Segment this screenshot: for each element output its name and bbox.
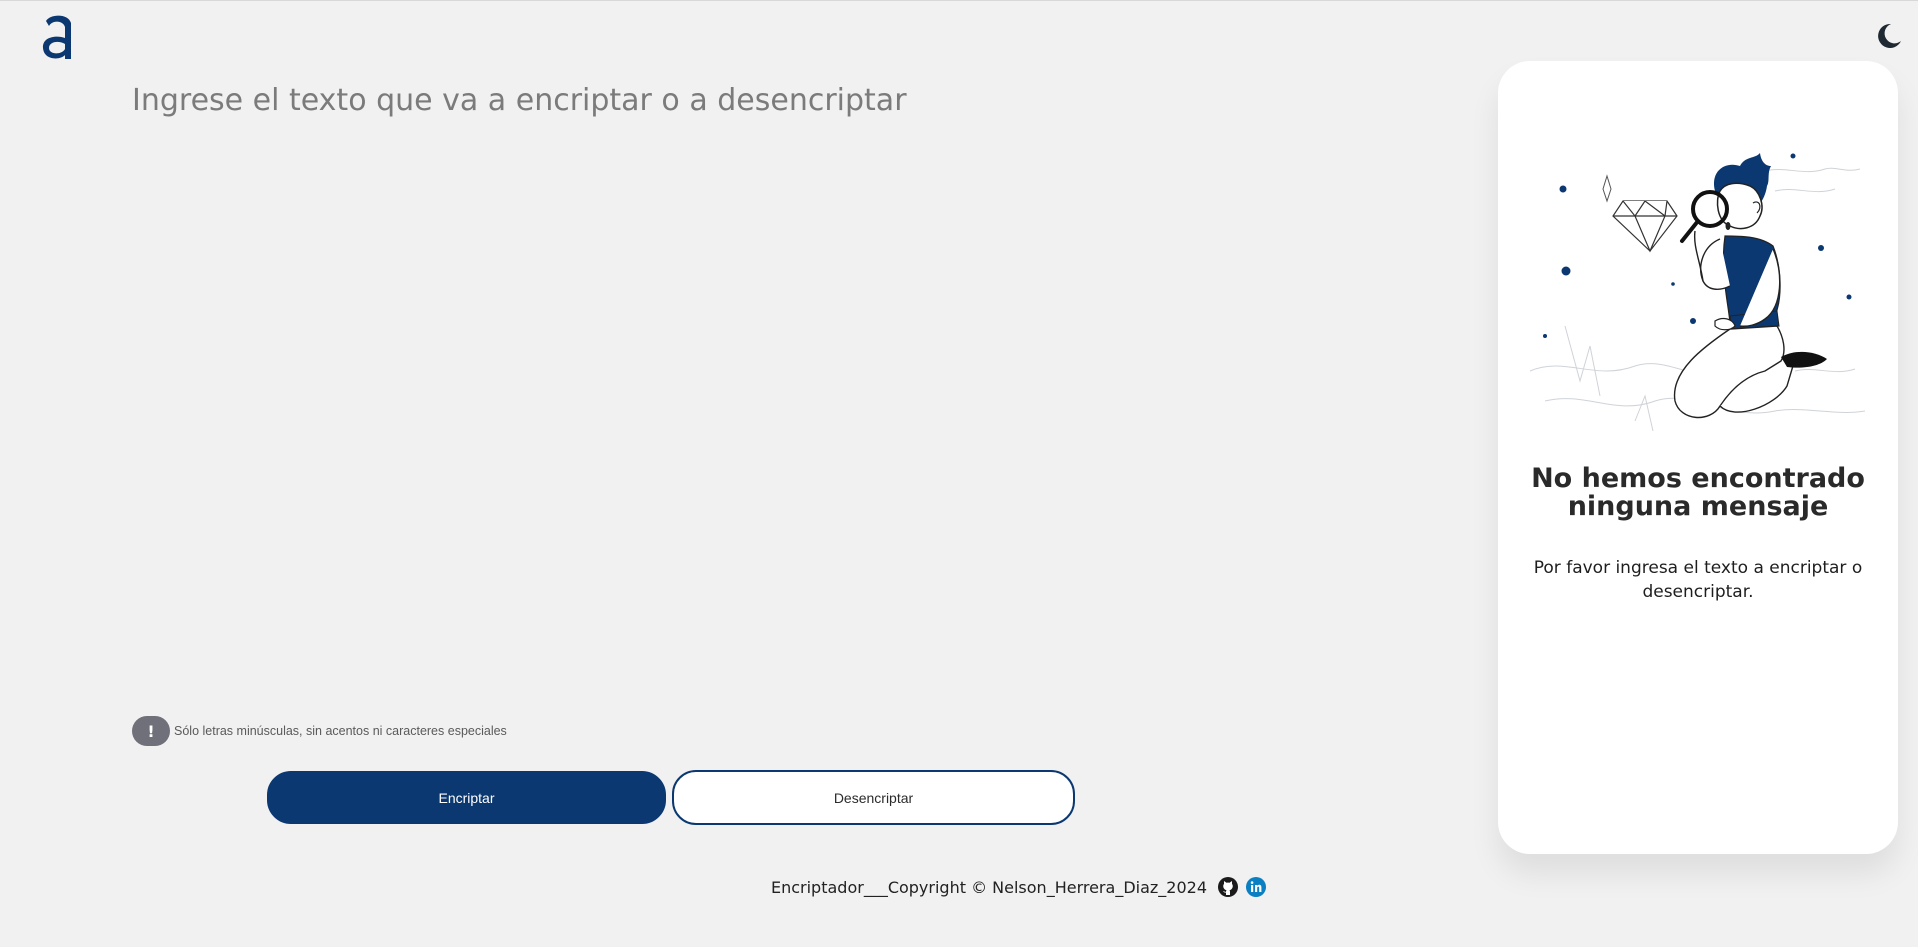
decrypt-button[interactable]: Desencriptar [672,770,1075,825]
panel-title: No hemos encontrado ninguna mensaje [1531,463,1865,523]
logo-icon [38,11,78,63]
warning-icon: ! [132,716,170,746]
encrypt-button[interactable]: Encriptar [267,771,666,824]
result-panel: No hemos encontrado ninguna mensaje Por … [1498,61,1898,854]
github-icon[interactable] [1217,876,1239,898]
linkedin-icon[interactable] [1245,876,1267,898]
warning-text: Sólo letras minúsculas, sin acentos ni c… [174,724,507,738]
footer: Encriptador___Copyright © Nelson_Herrera… [0,873,1918,901]
input-warning: ! Sólo letras minúsculas, sin acentos ni… [132,715,507,747]
message-input[interactable] [132,81,1432,681]
moon-icon[interactable] [1873,21,1903,51]
person-with-magnifier-illustration [1525,131,1870,441]
footer-copyright: Encriptador___Copyright © Nelson_Herrera… [770,877,1207,897]
panel-text: Por favor ingresa el texto a encriptar o… [1533,558,1863,602]
